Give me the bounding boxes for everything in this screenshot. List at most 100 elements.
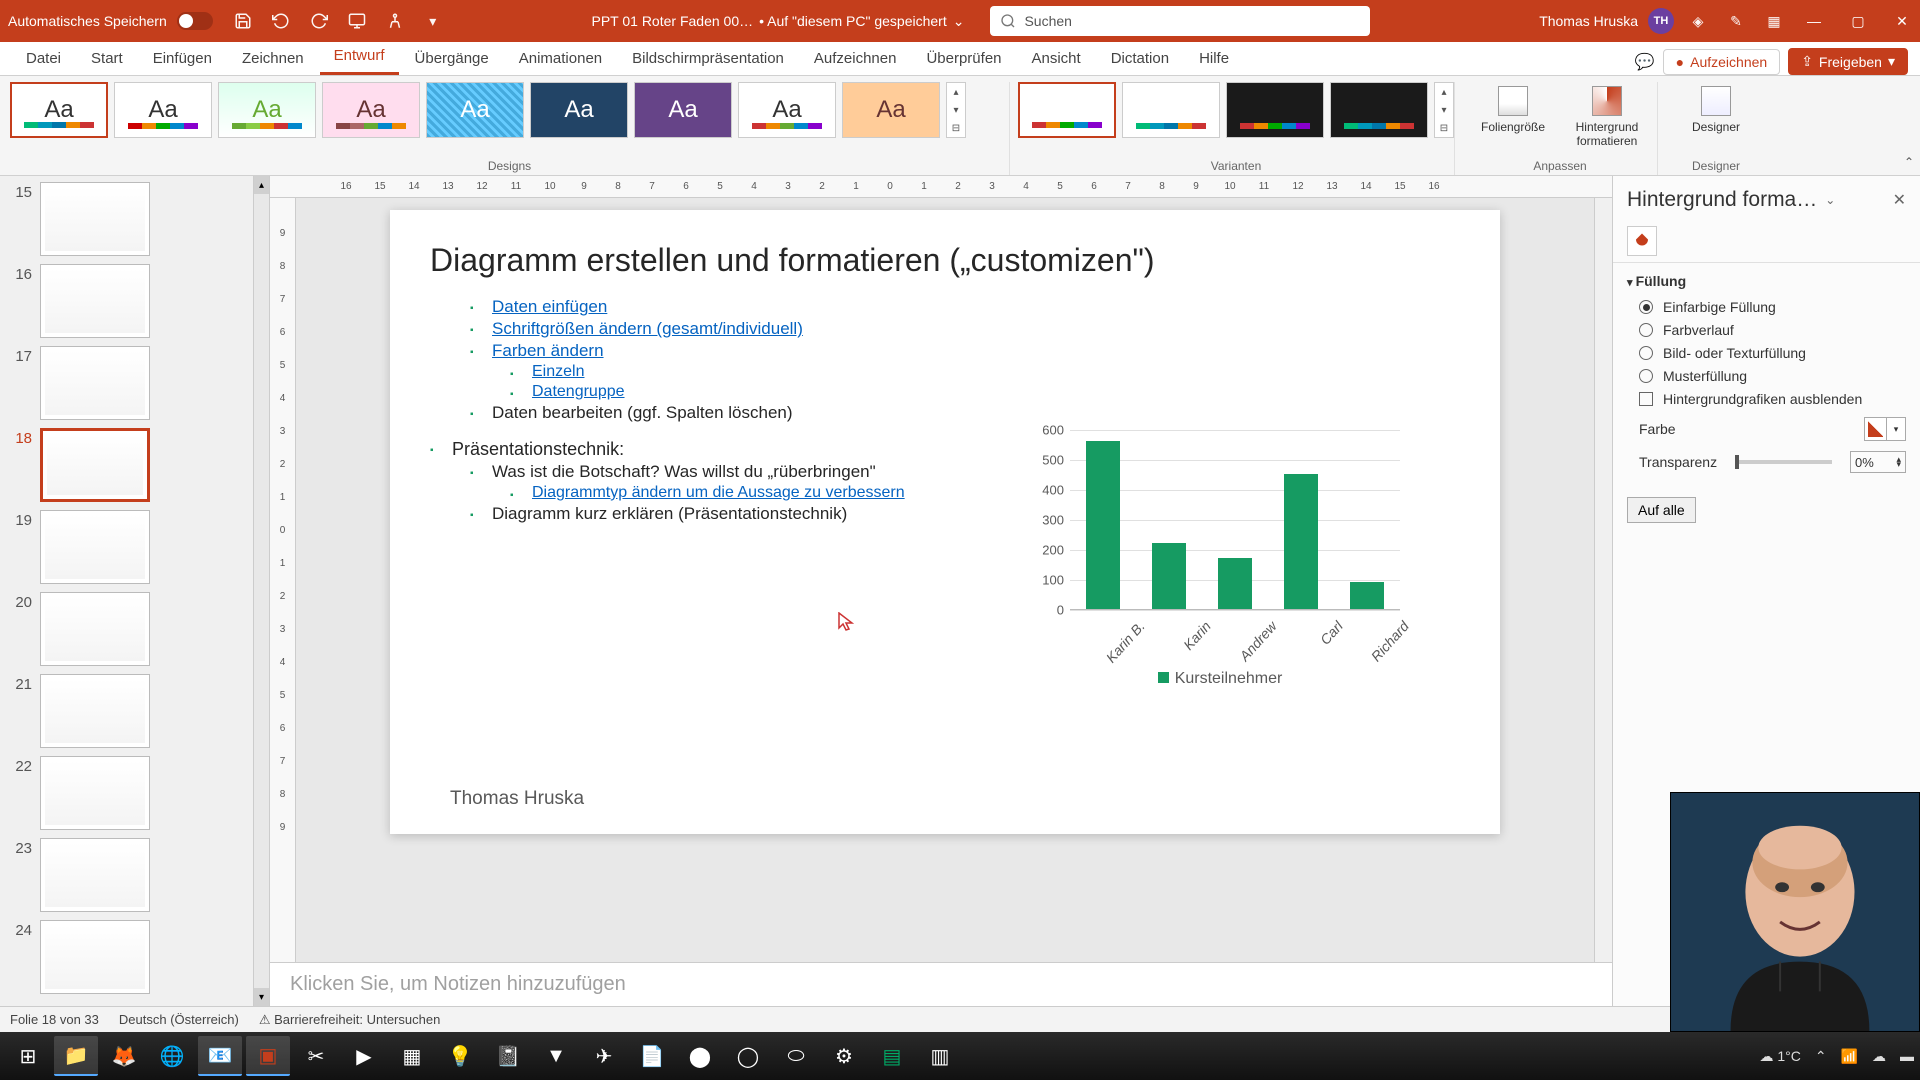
bullet-link[interactable]: Farben ändern xyxy=(492,341,604,360)
slide-thumbnail[interactable] xyxy=(40,674,150,748)
horizontal-ruler[interactable]: 1615141312111098765432101234567891011121… xyxy=(270,176,1612,198)
slide-canvas[interactable]: Diagramm erstellen und formatieren („cus… xyxy=(296,198,1594,962)
variant-thumb-2[interactable] xyxy=(1122,82,1220,138)
slide-thumbnail-row[interactable]: 21 xyxy=(10,674,265,748)
slide-thumbnail-row[interactable]: 24 xyxy=(10,920,265,994)
calendar-icon[interactable]: ▦ xyxy=(1764,11,1784,31)
tray-expand-icon[interactable]: ⌃ xyxy=(1815,1048,1827,1065)
theme-thumb-9[interactable]: Aa xyxy=(842,82,940,138)
autosave-toggle[interactable]: Automatisches Speichern xyxy=(8,12,213,30)
app-icon-2[interactable]: 💡 xyxy=(438,1036,482,1076)
variant-thumb-1[interactable] xyxy=(1018,82,1116,138)
app-icon-5[interactable]: ◯ xyxy=(726,1036,770,1076)
fill-pattern-radio[interactable]: Musterfüllung xyxy=(1627,368,1906,384)
slide-thumbnail-row[interactable]: 18 xyxy=(10,428,265,502)
vertical-ruler[interactable]: 9876543210123456789 xyxy=(270,198,296,962)
active-slide[interactable]: Diagramm erstellen und formatieren („cus… xyxy=(390,210,1500,834)
bullet-link[interactable]: Einzeln xyxy=(532,363,584,380)
format-pane-close-icon[interactable]: ✕ xyxy=(1893,190,1906,210)
slide-thumbnail[interactable] xyxy=(40,428,150,502)
present-from-start-icon[interactable] xyxy=(347,11,367,31)
onenote-icon[interactable]: 📓 xyxy=(486,1036,530,1076)
tray-battery-icon[interactable]: ▬ xyxy=(1900,1048,1914,1064)
editor-vertical-scrollbar[interactable] xyxy=(1594,198,1612,962)
tab-bildschirmpraesentation[interactable]: Bildschirmpräsentation xyxy=(618,44,798,75)
bullet-link[interactable]: Datengruppe xyxy=(532,383,625,400)
slide-thumbnail[interactable] xyxy=(40,920,150,994)
slide-thumbnail-row[interactable]: 19 xyxy=(10,510,265,584)
theme-thumb-7[interactable]: Aa xyxy=(634,82,732,138)
diamond-icon[interactable]: ◈ xyxy=(1688,11,1708,31)
undo-icon[interactable] xyxy=(271,11,291,31)
slide-counter[interactable]: Folie 18 von 33 xyxy=(10,1012,99,1027)
share-button[interactable]: ⇪ Freigeben ▾ xyxy=(1788,48,1908,75)
slide-thumbnail[interactable] xyxy=(40,264,150,338)
fill-tab-icon[interactable] xyxy=(1627,226,1657,256)
ribbon-collapse-icon[interactable]: ⌃ xyxy=(1904,155,1914,169)
fill-section-title[interactable]: Füllung xyxy=(1627,273,1906,289)
slide-thumbnail[interactable] xyxy=(40,182,150,256)
powerpoint-icon[interactable]: ▣ xyxy=(246,1036,290,1076)
theme-gallery-more[interactable]: ▴▾⊟ xyxy=(946,82,966,138)
slide-thumbnail-row[interactable]: 20 xyxy=(10,592,265,666)
slide-thumbnail[interactable] xyxy=(40,592,150,666)
tab-aufzeichnen[interactable]: Aufzeichnen xyxy=(800,44,911,75)
firefox-icon[interactable]: 🦊 xyxy=(102,1036,146,1076)
search-box[interactable]: Suchen xyxy=(990,6,1370,36)
user-avatar[interactable]: TH xyxy=(1648,8,1674,34)
outlook-icon[interactable]: 📧 xyxy=(198,1036,242,1076)
user-section[interactable]: Thomas Hruska TH xyxy=(1539,8,1674,34)
fill-gradient-radio[interactable]: Farbverlauf xyxy=(1627,322,1906,338)
close-icon[interactable]: ✕ xyxy=(1892,11,1912,31)
notes-pane[interactable]: Klicken Sie, um Notizen hinzuzufügen xyxy=(270,962,1612,1006)
thumbnail-scrollbar[interactable]: ▴ ▾ xyxy=(253,176,269,1006)
theme-thumb-8[interactable]: Aa xyxy=(738,82,836,138)
fill-solid-radio[interactable]: Einfarbige Füllung xyxy=(1627,299,1906,315)
slide-size-button[interactable]: Foliengröße xyxy=(1473,86,1553,148)
qat-dropdown-icon[interactable]: ▾ xyxy=(423,11,443,31)
tab-entwurf[interactable]: Entwurf xyxy=(320,41,399,75)
bullet-link[interactable]: Daten einfügen xyxy=(492,297,607,316)
hide-bg-checkbox[interactable]: Hintergrundgrafiken ausblenden xyxy=(1627,391,1906,407)
title-dropdown-icon[interactable]: ⌄ xyxy=(953,13,965,30)
tab-animationen[interactable]: Animationen xyxy=(505,44,616,75)
fill-picture-radio[interactable]: Bild- oder Texturfüllung xyxy=(1627,345,1906,361)
theme-thumb-2[interactable]: Aa xyxy=(114,82,212,138)
app-icon-7[interactable]: ▥ xyxy=(918,1036,962,1076)
settings-icon[interactable]: ⚙ xyxy=(822,1036,866,1076)
theme-thumb-4[interactable]: Aa xyxy=(322,82,420,138)
vlc-icon[interactable]: ▶ xyxy=(342,1036,386,1076)
slide-thumbnail[interactable] xyxy=(40,346,150,420)
tab-uebergaenge[interactable]: Übergänge xyxy=(401,44,503,75)
theme-thumb-3[interactable]: Aa xyxy=(218,82,316,138)
scroll-down-icon[interactable]: ▾ xyxy=(254,988,269,1006)
slide-thumbnail-row[interactable]: 16 xyxy=(10,264,265,338)
slide-thumbnail-row[interactable]: 22 xyxy=(10,756,265,830)
tab-hilfe[interactable]: Hilfe xyxy=(1185,44,1243,75)
slide-thumbnail[interactable] xyxy=(40,756,150,830)
transparency-input[interactable]: 0%▴▾ xyxy=(1850,451,1906,473)
slide-thumbnail[interactable] xyxy=(40,510,150,584)
obs-icon[interactable]: ⬤ xyxy=(678,1036,722,1076)
tab-einfuegen[interactable]: Einfügen xyxy=(139,44,226,75)
theme-thumb-5[interactable]: Aa xyxy=(426,82,524,138)
toggle-switch-icon[interactable] xyxy=(177,12,213,30)
variant-thumb-4[interactable] xyxy=(1330,82,1428,138)
transparency-slider[interactable] xyxy=(1735,460,1832,464)
tray-cloud-icon[interactable]: ☁ xyxy=(1872,1048,1886,1065)
snipping-icon[interactable]: ✂ xyxy=(294,1036,338,1076)
comments-icon[interactable]: 💬 xyxy=(1635,52,1655,72)
slide-thumbnail-row[interactable]: 23 xyxy=(10,838,265,912)
excel-icon[interactable]: ▤ xyxy=(870,1036,914,1076)
weather-widget[interactable]: ☁ 1°C xyxy=(1759,1048,1800,1065)
color-picker-button[interactable]: ▾ xyxy=(1864,417,1906,441)
maximize-icon[interactable]: ▢ xyxy=(1848,11,1868,31)
pen-icon[interactable]: ✎ xyxy=(1726,11,1746,31)
telegram-icon[interactable]: ✈ xyxy=(582,1036,626,1076)
variant-gallery-more[interactable]: ▴▾⊟ xyxy=(1434,82,1454,138)
apply-all-button[interactable]: Auf alle xyxy=(1627,497,1696,523)
app-icon-3[interactable]: ▼ xyxy=(534,1036,578,1076)
tab-ansicht[interactable]: Ansicht xyxy=(1018,44,1095,75)
variant-thumb-3[interactable] xyxy=(1226,82,1324,138)
redo-icon[interactable] xyxy=(309,11,329,31)
